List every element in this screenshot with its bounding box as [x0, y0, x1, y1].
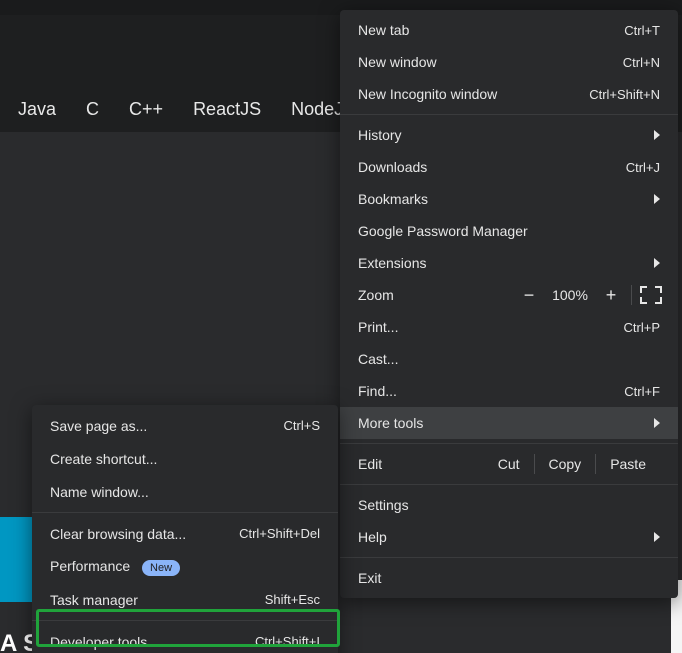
menu-shortcut: Ctrl+J	[626, 160, 660, 175]
chrome-main-menu: New tab Ctrl+T New window Ctrl+N New Inc…	[340, 10, 678, 598]
menu-label: Clear browsing data...	[50, 526, 186, 542]
zoom-value: 100%	[543, 287, 597, 303]
menu-separator	[340, 443, 678, 444]
menu-label: Downloads	[358, 159, 427, 175]
edit-copy-button[interactable]: Copy	[535, 456, 596, 472]
menu-print[interactable]: Print... Ctrl+P	[340, 311, 678, 343]
menu-label: Performance	[50, 558, 130, 574]
tab-java[interactable]: Java	[0, 86, 71, 132]
menu-label: Find...	[358, 383, 397, 399]
menu-label: Create shortcut...	[50, 451, 157, 467]
menu-history[interactable]: History	[340, 119, 678, 151]
submenu-task-manager[interactable]: Task manager Shift+Esc	[32, 583, 338, 616]
tab-reactjs[interactable]: ReactJS	[178, 86, 276, 132]
menu-separator	[32, 512, 338, 513]
chevron-right-icon	[654, 130, 660, 140]
menu-separator	[340, 557, 678, 558]
menu-label: Exit	[358, 570, 381, 586]
menu-shortcut: Ctrl+S	[284, 418, 320, 433]
menu-find[interactable]: Find... Ctrl+F	[340, 375, 678, 407]
tab-c[interactable]: C	[71, 86, 114, 132]
menu-label: Settings	[358, 497, 409, 513]
submenu-clear-browsing-data[interactable]: Clear browsing data... Ctrl+Shift+Del	[32, 517, 338, 550]
blue-side-block	[0, 517, 35, 602]
menu-label: Name window...	[50, 484, 149, 500]
menu-label: Save page as...	[50, 418, 147, 434]
edit-label: Edit	[358, 456, 436, 472]
more-tools-submenu: Save page as... Ctrl+S Create shortcut..…	[32, 405, 338, 653]
menu-new-tab[interactable]: New tab Ctrl+T	[340, 14, 678, 46]
menu-label: New window	[358, 54, 437, 70]
menu-new-window[interactable]: New window Ctrl+N	[340, 46, 678, 78]
menu-shortcut: Ctrl+T	[624, 23, 660, 38]
menu-password-manager[interactable]: Google Password Manager	[340, 215, 678, 247]
menu-settings[interactable]: Settings	[340, 489, 678, 521]
submenu-name-window[interactable]: Name window...	[32, 475, 338, 508]
edit-paste-button[interactable]: Paste	[596, 456, 660, 472]
menu-label: Help	[358, 529, 387, 545]
menu-shortcut: Ctrl+P	[624, 320, 660, 335]
menu-shortcut: Ctrl+N	[623, 55, 660, 70]
submenu-save-page[interactable]: Save page as... Ctrl+S	[32, 409, 338, 442]
menu-shortcut: Ctrl+F	[624, 384, 660, 399]
menu-label: New Incognito window	[358, 86, 497, 102]
menu-separator	[32, 620, 338, 621]
menu-shortcut: Shift+Esc	[265, 592, 320, 607]
chevron-right-icon	[654, 194, 660, 204]
new-badge: New	[142, 560, 180, 576]
menu-extensions[interactable]: Extensions	[340, 247, 678, 279]
menu-cast[interactable]: Cast...	[340, 343, 678, 375]
menu-help[interactable]: Help	[340, 521, 678, 553]
menu-bookmarks[interactable]: Bookmarks	[340, 183, 678, 215]
zoom-in-button[interactable]: +	[597, 285, 625, 306]
menu-label: Google Password Manager	[358, 223, 528, 239]
menu-label: Bookmarks	[358, 191, 428, 207]
fullscreen-icon[interactable]	[642, 288, 660, 302]
tab-cpp[interactable]: C++	[114, 86, 178, 132]
zoom-label: Zoom	[358, 287, 436, 303]
vertical-separator	[631, 285, 632, 305]
menu-shortcut: Ctrl+Shift+I	[255, 634, 320, 649]
menu-label: Task manager	[50, 592, 138, 608]
menu-label: Extensions	[358, 255, 426, 271]
menu-more-tools[interactable]: More tools	[340, 407, 678, 439]
menu-label: Print...	[358, 319, 398, 335]
menu-shortcut: Ctrl+Shift+N	[589, 87, 660, 102]
menu-exit[interactable]: Exit	[340, 562, 678, 594]
menu-label: Developer tools	[50, 634, 147, 650]
chevron-right-icon	[654, 258, 660, 268]
edit-cut-button[interactable]: Cut	[484, 456, 534, 472]
menu-new-incognito[interactable]: New Incognito window Ctrl+Shift+N	[340, 78, 678, 110]
submenu-create-shortcut[interactable]: Create shortcut...	[32, 442, 338, 475]
menu-downloads[interactable]: Downloads Ctrl+J	[340, 151, 678, 183]
menu-separator	[340, 484, 678, 485]
menu-label: History	[358, 127, 402, 143]
submenu-developer-tools[interactable]: Developer tools Ctrl+Shift+I	[32, 625, 338, 653]
menu-label: Cast...	[358, 351, 398, 367]
menu-label: More tools	[358, 415, 423, 431]
chevron-right-icon	[654, 532, 660, 542]
submenu-performance[interactable]: Performance New	[32, 550, 338, 583]
menu-shortcut: Ctrl+Shift+Del	[239, 526, 320, 541]
chevron-right-icon	[654, 418, 660, 428]
menu-separator	[340, 114, 678, 115]
menu-label: New tab	[358, 22, 409, 38]
zoom-out-button[interactable]: −	[515, 285, 543, 306]
menu-zoom: Zoom − 100% +	[340, 279, 678, 311]
menu-edit: Edit Cut Copy Paste	[340, 448, 678, 480]
